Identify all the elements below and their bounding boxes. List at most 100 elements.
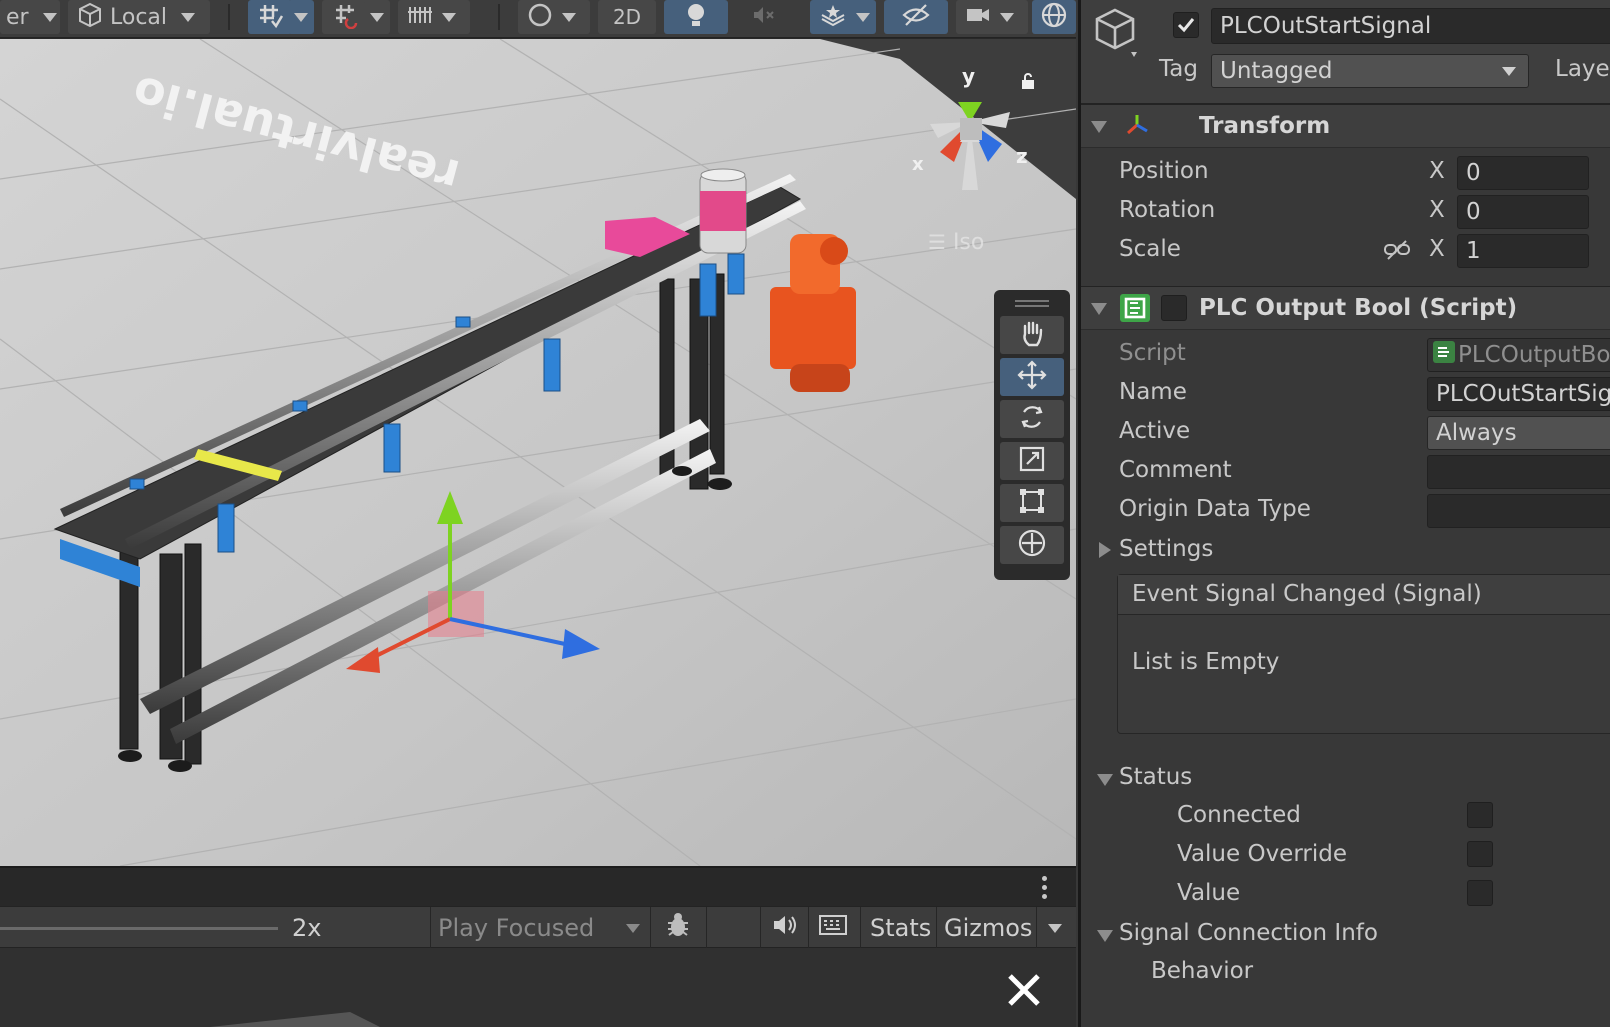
keyboard-icon (818, 913, 848, 943)
plc-output-bool-header[interactable]: PLC Output Bool (Script) (1081, 286, 1610, 330)
position-x-value: 0 (1466, 160, 1481, 186)
globe-icon (1039, 0, 1069, 34)
status-foldout[interactable]: Status (1095, 762, 1595, 796)
connected-label: Connected (1177, 802, 1301, 828)
signal-connection-info-foldout[interactable]: Signal Connection Info (1095, 918, 1595, 952)
object-name-field[interactable]: PLCOutStartSignal (1211, 8, 1610, 44)
increment-snap-dropdown[interactable] (364, 0, 390, 34)
position-x-field[interactable]: 0 (1457, 156, 1589, 190)
move-arrows-icon (1016, 359, 1048, 395)
gizmo-z-label: z (1016, 144, 1028, 168)
projection-label: Iso (952, 230, 985, 255)
position-x-label: X (1429, 158, 1445, 184)
rotate-tool-button[interactable] (1000, 400, 1064, 438)
pivot-rotation-dropdown[interactable]: Local (68, 0, 210, 34)
rotation-x-field[interactable]: 0 (1457, 195, 1589, 229)
active-dropdown[interactable]: Always (1427, 416, 1610, 450)
transform-tool-button[interactable] (1000, 526, 1064, 564)
value-label: Value (1177, 880, 1241, 906)
scale-value: 2x (292, 914, 322, 942)
chevron-down-icon (294, 12, 308, 22)
chevron-down-icon (1000, 12, 1014, 22)
view-tool-button[interactable] (1000, 316, 1064, 354)
hand-icon (1017, 318, 1047, 352)
kebab-menu-icon[interactable] (1040, 876, 1048, 899)
origin-data-type-label: Origin Data Type (1119, 496, 1311, 522)
game-view-area[interactable] (0, 948, 1076, 1027)
game-view-tabbar (0, 866, 1076, 906)
value-override-checkbox[interactable] (1467, 841, 1493, 867)
transform-axis-icon (1123, 111, 1151, 143)
tag-label: Tag (1159, 56, 1198, 82)
scene-visibility-button[interactable] (884, 0, 948, 34)
collapse-triangle-icon (1091, 121, 1107, 133)
transform-header[interactable]: Transform (1081, 104, 1610, 148)
draw-mode-dropdown[interactable]: er (0, 0, 60, 34)
toggle-2d-label: 2D (612, 5, 642, 29)
effects-dropdown[interactable] (850, 0, 876, 34)
toggle-2d-button[interactable]: 2D (598, 0, 656, 34)
scene-view[interactable]: er Local 2D realvirtual.io y x z ☰ Iso 2… (0, 0, 1076, 1027)
rect-tool-button[interactable] (1000, 484, 1064, 522)
close-icon[interactable] (1004, 970, 1044, 1014)
grid-snapping-dropdown[interactable] (288, 0, 314, 34)
bug-icon (664, 911, 692, 945)
play-mode-dropdown[interactable]: Play Focused (438, 907, 644, 949)
move-tool-button[interactable] (1000, 358, 1064, 396)
comment-field[interactable] (1427, 455, 1610, 489)
layers-icon (819, 1, 847, 33)
mute-audio-button[interactable] (770, 907, 798, 949)
behavior-label: Behavior (1151, 958, 1254, 984)
audio-toggle-button[interactable] (736, 0, 790, 34)
increment-snap-button[interactable] (322, 0, 370, 34)
scale-tool-button[interactable] (1000, 442, 1064, 480)
shortcuts-button[interactable] (818, 907, 848, 949)
gizmo-x-label: x (912, 154, 924, 175)
scene-toolbar: er Local 2D (0, 0, 1076, 38)
scale-x-field[interactable]: 1 (1457, 234, 1589, 268)
behavior-foldout[interactable]: Behavior (1147, 956, 1447, 990)
connected-checkbox[interactable] (1467, 802, 1493, 828)
rect-transform-icon (1017, 486, 1047, 520)
camera-settings-dropdown[interactable] (956, 0, 1028, 34)
settings-foldout[interactable]: Settings (1095, 534, 1595, 568)
gizmo-toggle-button[interactable] (1032, 0, 1076, 34)
component-enabled-checkbox[interactable] (1161, 295, 1187, 321)
chevron-down-icon (181, 12, 196, 22)
tag-dropdown[interactable]: Untagged (1211, 54, 1529, 88)
active-value: Always (1436, 420, 1517, 446)
projection-toggle[interactable]: ☰ Iso (928, 230, 984, 255)
scale-slider[interactable] (0, 907, 278, 949)
shading-mode-dropdown[interactable] (518, 0, 590, 34)
chevron-down-icon (42, 12, 57, 22)
rotate-icon (1017, 402, 1047, 436)
stats-button[interactable]: Stats (870, 907, 931, 949)
name-value: PLCOutStartSig (1436, 381, 1610, 407)
grid-snap-icon (256, 1, 284, 33)
script-value: PLCOutputBo (1458, 342, 1610, 368)
speaker-icon (770, 911, 798, 945)
active-checkbox[interactable] (1173, 12, 1199, 38)
grid-visibility-dropdown[interactable] (398, 0, 470, 34)
overlay-drag-handle[interactable] (998, 296, 1066, 310)
rotation-x-label: X (1429, 197, 1445, 223)
lock-icon[interactable] (1020, 72, 1036, 94)
unlinked-icon[interactable] (1383, 238, 1411, 266)
mute-icon (749, 1, 777, 33)
collapse-triangle-icon (1097, 930, 1113, 942)
grid-snapping-button[interactable] (248, 0, 292, 34)
status-label: Status (1119, 764, 1193, 790)
origin-data-type-field[interactable] (1427, 494, 1610, 528)
chevron-down-icon (856, 12, 870, 22)
gizmos-dropdown[interactable] (1044, 907, 1066, 949)
chevron-down-icon (1048, 923, 1062, 933)
name-field[interactable]: PLCOutStartSig (1427, 377, 1610, 411)
gizmos-button[interactable]: Gizmos (944, 907, 1032, 949)
value-checkbox[interactable] (1467, 880, 1493, 906)
play-mode-label: Play Focused (438, 914, 595, 942)
settings-label: Settings (1119, 536, 1214, 562)
frame-debugger-button[interactable] (664, 907, 692, 949)
script-field[interactable]: PLCOutputBo (1427, 338, 1610, 372)
lighting-toggle-button[interactable] (664, 0, 728, 34)
inspector-panel: PLCOutStartSignal Tag Untagged Laye Tran… (1078, 0, 1610, 1027)
